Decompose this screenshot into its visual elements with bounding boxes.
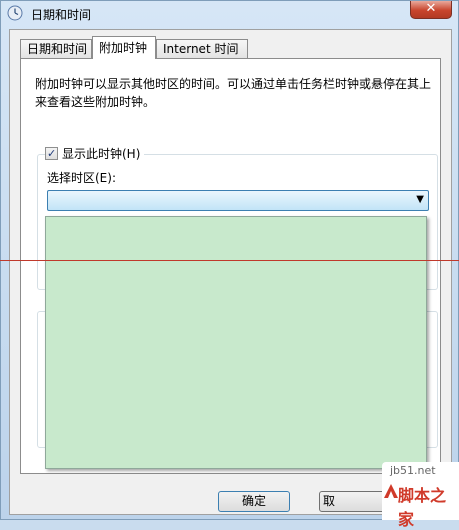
show-clock-checkbox[interactable]: ✓ [45,147,58,160]
tab-additional-clocks[interactable]: 附加时钟 [92,36,156,59]
tab-date-time[interactable]: 日期和时间 [20,39,92,58]
annotation-line [0,260,459,261]
window-title: 日期和时间 [31,8,92,22]
timezone-dropdown-list[interactable] [45,216,427,469]
panel-description: 附加时钟可以显示其他时区的时间。可以通过单击任务栏时钟或悬停在其上来查看这些附加… [35,77,432,109]
dropdown-arrow-icon[interactable]: ▼ [416,194,424,205]
watermark-url: jb51.net [390,464,436,477]
watermark: jb51.net 脚本之家 [382,462,459,529]
close-icon: ✕ [425,1,437,16]
watermark-text: 脚本之家 [398,486,447,529]
timezone-select[interactable]: ▼ [47,190,429,211]
checkmark-icon: ✓ [47,147,57,160]
show-clock-checkbox-row[interactable]: ✓ 显示此时钟(H) [45,145,145,163]
close-button[interactable]: ✕ [410,1,452,19]
timezone-label: 选择时区(E): [47,171,116,185]
clock-app-icon [7,5,23,21]
ok-button[interactable]: 确定 [218,491,290,512]
tab-internet-time[interactable]: Internet 时间 [156,39,248,58]
show-clock-label: 显示此时钟(H) [62,147,141,161]
cancel-button[interactable]: 取 [319,491,391,512]
title-bar[interactable]: 日期和时间 ✕ [1,1,458,27]
